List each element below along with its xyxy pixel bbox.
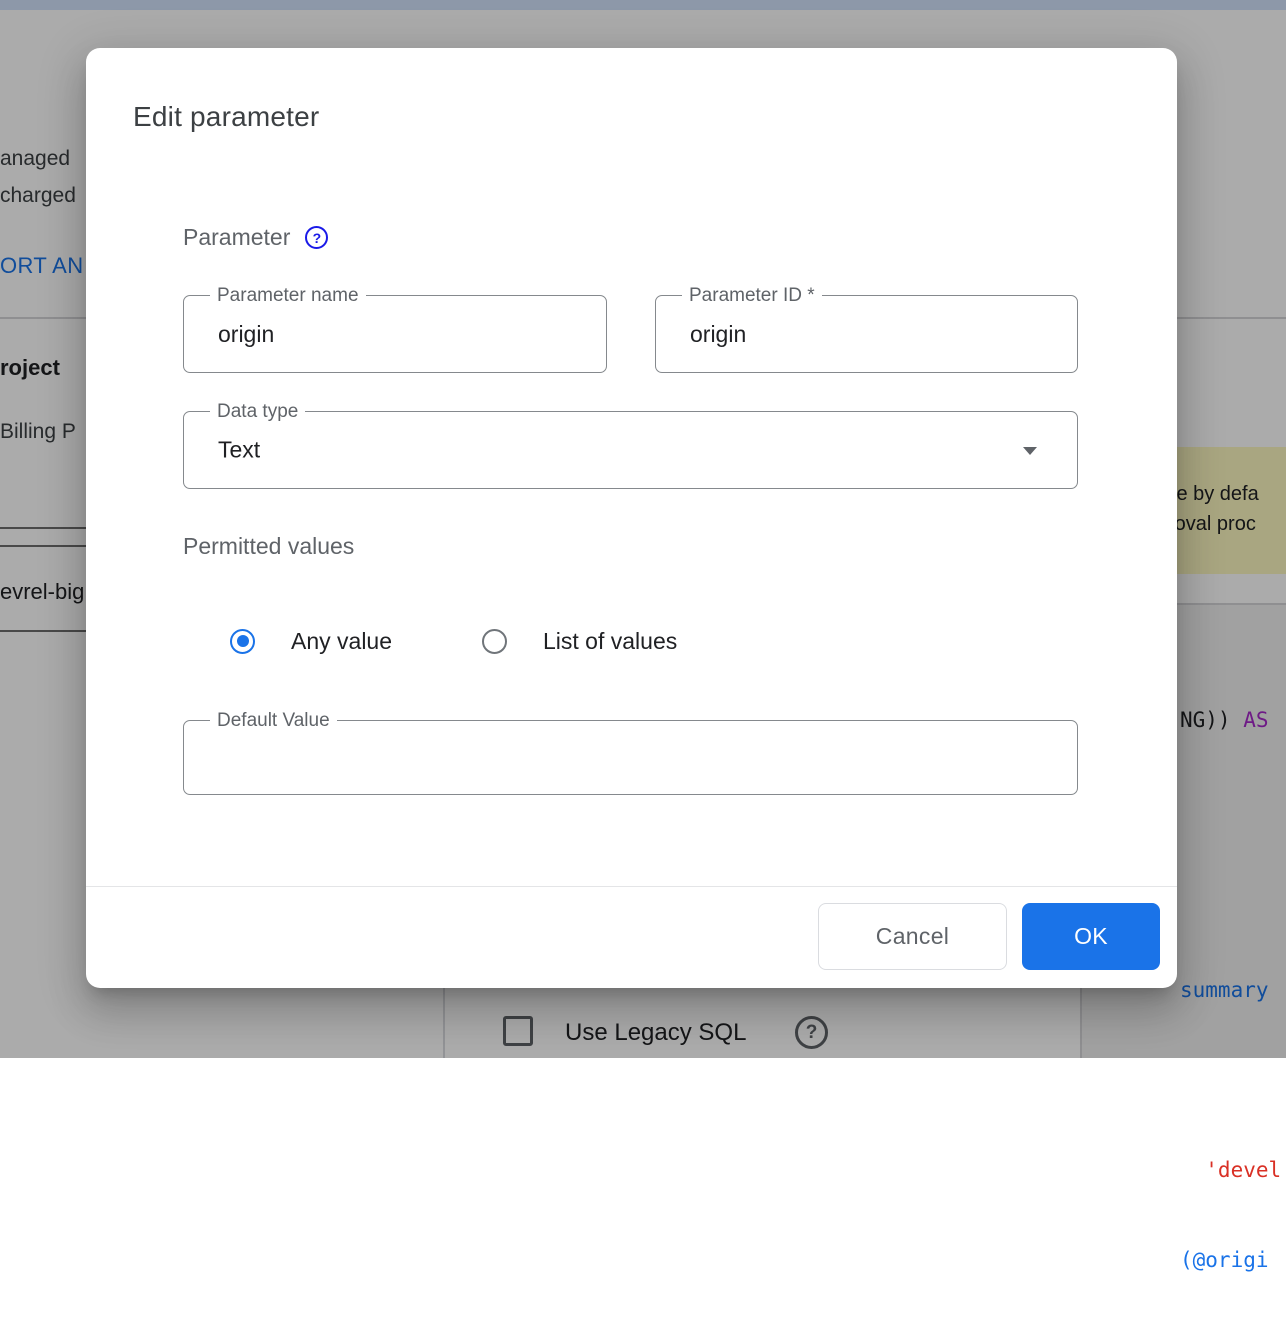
radio-unselected-icon[interactable] — [482, 629, 507, 654]
code-line: (@origi — [1180, 1245, 1281, 1275]
parameter-name-field[interactable]: Parameter name — [183, 295, 607, 373]
parameter-id-field[interactable]: Parameter ID * — [655, 295, 1078, 373]
dialog-title: Edit parameter — [133, 101, 319, 133]
radio-any-value-label: Any value — [291, 628, 392, 655]
permitted-values-label: Permitted values — [183, 533, 354, 560]
ok-button[interactable]: OK — [1022, 903, 1160, 970]
radio-selected-icon[interactable] — [230, 629, 255, 654]
footer-divider — [86, 886, 1177, 887]
radio-list-of-values-label: List of values — [543, 628, 677, 655]
parameter-name-input[interactable] — [184, 296, 606, 372]
code-token-string: 'devel — [1180, 1158, 1281, 1182]
cancel-button[interactable]: Cancel — [818, 903, 1007, 970]
edit-parameter-dialog: Edit parameter Parameter ? Parameter nam… — [86, 48, 1177, 988]
data-type-value: Text — [218, 437, 260, 464]
code-line — [1180, 1065, 1281, 1095]
radio-any-value[interactable]: Any value — [230, 626, 392, 656]
default-value-input[interactable] — [184, 721, 1077, 794]
radio-dot — [237, 635, 249, 647]
parameter-id-input[interactable] — [656, 296, 1077, 372]
data-type-label: Data type — [210, 401, 305, 422]
default-value-field[interactable]: Default Value — [183, 720, 1078, 795]
question-glyph: ? — [313, 230, 322, 246]
code-line: 'devel — [1180, 1155, 1281, 1185]
parameter-help-icon[interactable]: ? — [305, 226, 328, 249]
radio-list-of-values[interactable]: List of values — [482, 626, 677, 656]
code-token-parameter: (@origi — [1180, 1248, 1269, 1272]
data-type-select[interactable]: Data type Text — [183, 411, 1078, 489]
parameter-section-label: Parameter — [183, 224, 290, 251]
parameter-section-header: Parameter ? — [183, 224, 328, 251]
chevron-down-icon — [1023, 447, 1037, 455]
